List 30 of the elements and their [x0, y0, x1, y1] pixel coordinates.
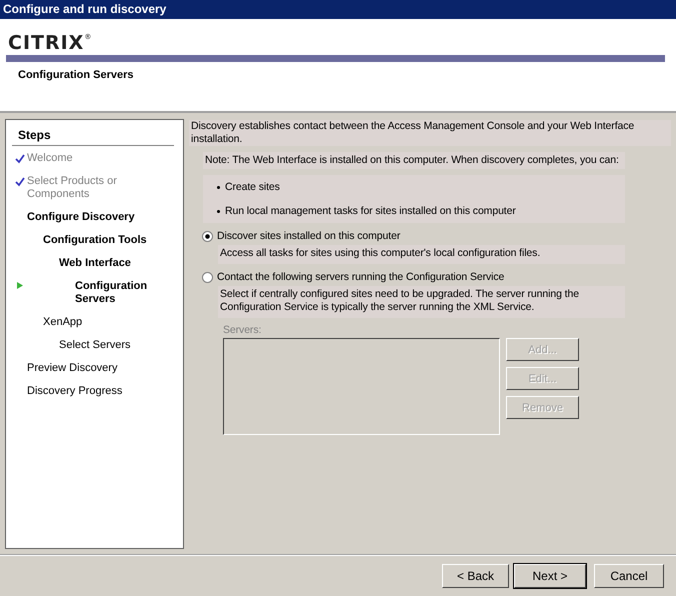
radio-label[interactable]: Contact the following servers running the Configuration Service [217, 271, 504, 283]
step-item: Select Products or Components [27, 175, 118, 201]
logo: CITRIX$^{®}$ [7, 31, 92, 49]
steps-heading: Steps [12, 128, 174, 146]
wizard-button[interactable]: Next > [514, 564, 586, 588]
window-title: Configure and run discovery [3, 2, 166, 16]
step-item: XenApp [43, 316, 82, 329]
step-item: Configuration Servers [75, 280, 148, 306]
option-description: Select if centrally configured sites need to be upgraded. The server running the Configuration Service is typically the server running the XML Service. [218, 286, 625, 318]
bullet-text: Create sites [225, 181, 280, 193]
note-text: Note: The Web Interface is installed on this computer. When discovery completes, you can: [203, 152, 625, 169]
step-item: Web Interface [59, 257, 131, 270]
step-item: Welcome [27, 152, 73, 165]
wizard-button[interactable]: Cancel [594, 564, 664, 588]
step-item: Select Servers [59, 339, 131, 352]
servers-label: Servers: [223, 324, 262, 336]
intro-text: Discovery establishes contact between the Access Management Console and your Web Interface installation. [189, 120, 671, 146]
radio-label[interactable]: Discover sites installed on this computer [217, 230, 400, 242]
bullet-text: Run local management tasks for sites installed on this computer [225, 205, 516, 217]
step-item: Configure Discovery [27, 211, 135, 224]
bullet-icon [217, 186, 220, 188]
step-item: Discovery Progress [27, 385, 122, 398]
page-subtitle: Configuration Servers [18, 69, 135, 81]
wizard-button[interactable]: < Back [442, 564, 509, 588]
radio-button[interactable] [202, 230, 213, 242]
bullet-icon [217, 210, 220, 212]
option-description: Access all tasks for sites using this computer's local configuration files. [218, 245, 625, 264]
step-item: Configuration Tools [43, 234, 147, 247]
radio-button[interactable] [202, 272, 213, 282]
step-item: Preview Discovery [27, 362, 118, 375]
